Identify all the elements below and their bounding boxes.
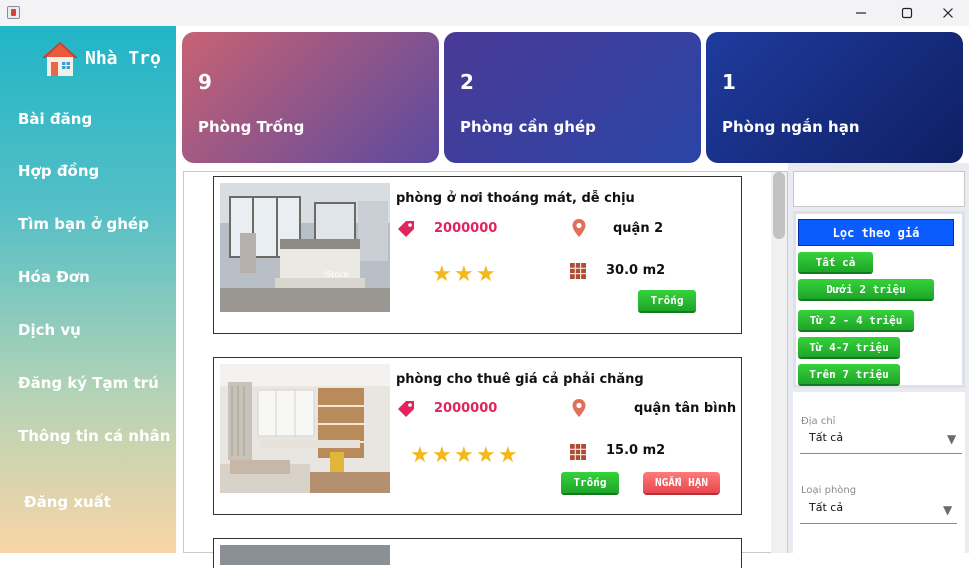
sidebar: Nhà Trọ Bài đăng Hợp đồng Tìm bạn ở ghép…	[0, 26, 176, 553]
star-icon: ★	[432, 262, 452, 287]
price-tag-icon	[396, 399, 416, 423]
stat-count: 1	[722, 70, 736, 94]
room-type-select[interactable]: Tất cả	[809, 501, 843, 514]
room-photo	[220, 545, 390, 565]
close-icon[interactable]	[925, 0, 969, 26]
window-titlebar	[0, 0, 969, 26]
price-filter-over-7m[interactable]: Trên 7 triệu	[798, 364, 900, 384]
house-logo-icon	[40, 40, 80, 78]
address-label: Địa chỉ	[801, 416, 836, 427]
scrollbar-thumb[interactable]	[773, 172, 785, 239]
sidebar-item-posts[interactable]: Bài đăng	[18, 110, 92, 128]
filter-top-box	[793, 171, 965, 207]
location-pin-icon	[571, 218, 587, 242]
stat-label: Phòng ngắn hạn	[722, 118, 860, 136]
price-filter-2-4m[interactable]: Từ 2 - 4 triệu	[798, 310, 914, 330]
location-pin-icon	[571, 398, 587, 422]
room-photo: iStock	[220, 183, 390, 312]
status-vacant-button[interactable]: Trống	[561, 472, 619, 493]
stat-count: 2	[460, 70, 474, 94]
star-icon: ★	[432, 443, 452, 468]
status-vacant-button[interactable]: Trống	[638, 290, 696, 311]
sidebar-item-invoices[interactable]: Hóa Đơn	[18, 268, 90, 286]
room-card[interactable]: iStock phòng ở nơi thoáng mát, dễ chịu 2…	[213, 176, 742, 334]
sidebar-item-services[interactable]: Dịch vụ	[18, 321, 81, 339]
room-type-label: Loại phòng	[801, 485, 857, 496]
stat-count: 9	[198, 70, 212, 94]
room-card[interactable]	[213, 538, 742, 568]
sidebar-item-contracts[interactable]: Hợp đồng	[18, 162, 99, 180]
room-price: 2000000	[434, 221, 498, 236]
room-area: 15.0 m2	[606, 443, 666, 458]
room-type-underline	[800, 523, 957, 524]
room-card[interactable]: phòng cho thuê giá cả phải chăng 2000000…	[213, 357, 742, 515]
chevron-down-icon[interactable]: ▼	[947, 432, 956, 446]
star-icon: ★	[476, 262, 496, 287]
room-location: quận tân bình	[634, 401, 737, 416]
stat-label: Phòng Trống	[198, 118, 305, 136]
sidebar-item-find-roommate[interactable]: Tìm bạn ở ghép	[18, 215, 149, 233]
chevron-down-icon[interactable]: ▼	[943, 503, 952, 517]
stat-card-vacant[interactable]: 9 Phòng Trống	[182, 32, 439, 163]
address-underline	[800, 453, 962, 454]
area-grid-icon	[569, 262, 587, 284]
room-area: 30.0 m2	[606, 263, 666, 278]
star-icon: ★	[454, 262, 474, 287]
minimize-icon[interactable]	[838, 0, 884, 26]
sidebar-item-temp-residence[interactable]: Đăng ký Tạm trú	[18, 374, 159, 392]
room-location: quận 2	[613, 221, 664, 236]
status-short-term-button[interactable]: NGẮN HẠN	[643, 472, 720, 493]
java-app-icon	[7, 6, 20, 19]
room-price: 2000000	[434, 401, 498, 416]
stat-card-shared[interactable]: 2 Phòng cần ghép	[444, 32, 701, 163]
room-title: phòng ở nơi thoáng mát, dễ chịu	[396, 191, 635, 206]
logout-button[interactable]: Đăng xuất	[24, 493, 111, 511]
price-filter-all[interactable]: Tất cả	[798, 252, 873, 272]
price-filter-header: Lọc theo giá	[798, 219, 954, 246]
price-filter-4-7m[interactable]: Từ 4-7 triệu	[798, 337, 900, 357]
star-icon: ★	[498, 443, 518, 468]
app-name: Nhà Trọ	[85, 48, 161, 69]
price-filter-under-2m[interactable]: Dưới 2 triệu	[798, 279, 934, 299]
star-icon: ★	[476, 443, 496, 468]
room-title: phòng cho thuê giá cả phải chăng	[396, 372, 644, 387]
room-list-scrollbar[interactable]	[771, 172, 787, 553]
room-photo	[220, 364, 390, 493]
area-grid-icon	[569, 443, 587, 465]
sidebar-item-profile[interactable]: Thông tin cá nhân	[18, 427, 170, 445]
stat-label: Phòng cần ghép	[460, 118, 596, 136]
maximize-icon[interactable]	[884, 0, 930, 26]
star-icon: ★	[410, 443, 430, 468]
svg-text:iStock: iStock	[324, 270, 349, 279]
address-select[interactable]: Tất cả	[809, 431, 843, 444]
star-icon: ★	[454, 443, 474, 468]
price-tag-icon	[396, 219, 416, 243]
stat-card-short-term[interactable]: 1 Phòng ngắn hạn	[706, 32, 963, 163]
